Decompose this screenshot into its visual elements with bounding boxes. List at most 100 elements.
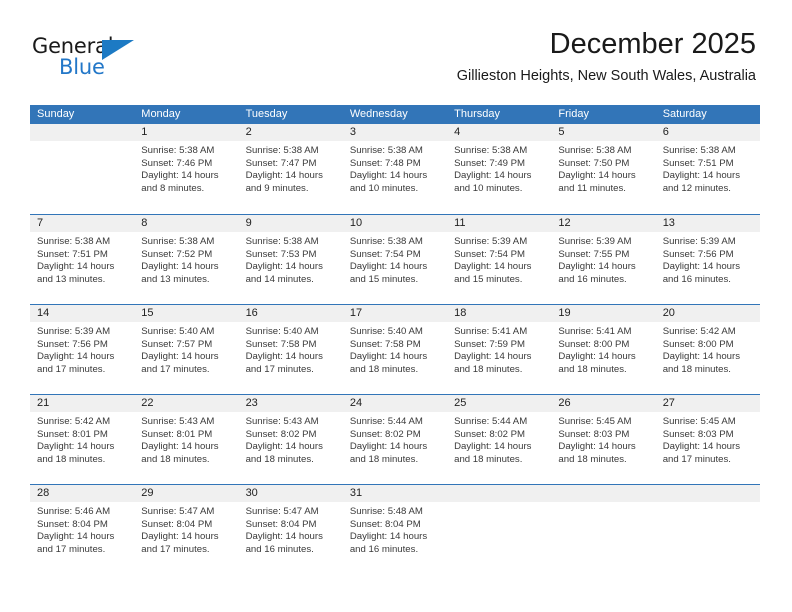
daylight-text: Daylight: 14 hours and 18 minutes. [141,441,219,465]
day-sun-info: Sunrise: 5:38 AM Sunset: 7:53 PM Daylight:… [239,232,343,286]
day-number: 22 [134,395,239,412]
calendar-day-cell[interactable]: 18 Sunrise: 5:41 AM Sunset: 7:59 PM Dayligh… [447,305,552,394]
location-subtitle: Gillieston Heights, New South Wales, Aus… [456,68,756,85]
day-number: 3 [342,124,448,141]
weekday-header-wednesday: Wednesday [349,108,408,120]
daylight-text: Daylight: 14 hours and 17 minutes. [141,351,219,375]
calendar-day-cell[interactable]: 31 Sunrise: 5:48 AM Sunset: 8:04 PM Dayligh… [342,485,448,574]
daylight-text: Daylight: 14 hours and 18 minutes. [558,351,636,375]
calendar-day-cell[interactable]: 14 Sunrise: 5:39 AM Sunset: 7:56 PM Dayligh… [30,305,135,394]
calendar-grid: Sunday Monday Tuesday Wednesday Thursday Frid… [30,105,760,574]
calendar-week-row: 1 Sunrise: 5:38 AM Sunset: 7:46 PM Daylight… [30,124,760,214]
sunset-text: Sunset: 7:58 PM [245,338,317,350]
calendar-week-row: 7 Sunrise: 5:38 AM Sunset: 7:51 PM Daylight… [30,214,760,304]
calendar-day-cell[interactable]: 21 Sunrise: 5:42 AM Sunset: 8:01 PM Dayligh… [30,395,135,484]
day-number: 7 [30,215,135,232]
calendar-day-cell[interactable]: 10 Sunrise: 5:38 AM Sunset: 7:54 PM Dayligh… [342,215,448,304]
calendar-day-cell[interactable]: 24 Sunrise: 5:44 AM Sunset: 8:02 PM Dayligh… [342,395,448,484]
day-number [30,124,135,141]
weekday-header-tuesday: Tuesday [245,108,288,120]
calendar-day-cell[interactable]: 19 Sunrise: 5:41 AM Sunset: 8:00 PM Dayligh… [551,305,656,394]
sunrise-text: Sunrise: 5:45 AM [662,416,736,427]
calendar-day-cell[interactable]: 26 Sunrise: 5:45 AM Sunset: 8:03 PM Dayligh… [551,395,656,484]
day-number: 27 [655,395,760,412]
calendar-week-row: 21 Sunrise: 5:42 AM Sunset: 8:01 PM Dayligh… [30,394,760,484]
day-sun-info: Sunrise: 5:41 AM Sunset: 7:59 PM Daylight:… [447,322,551,376]
daylight-text: Daylight: 14 hours and 18 minutes. [245,441,323,465]
calendar-day-cell[interactable]: 23 Sunrise: 5:43 AM Sunset: 8:02 PM Dayligh… [238,395,343,484]
calendar-day-cell[interactable]: 6 Sunrise: 5:38 AM Sunset: 7:51 PM Daylight… [655,124,760,214]
sunrise-text: Sunrise: 5:38 AM [662,145,736,156]
calendar-day-cell[interactable]: 15 Sunrise: 5:40 AM Sunset: 7:57 PM Dayligh… [134,305,239,394]
logo-text-blue: Blue [59,55,105,79]
calendar-day-cell[interactable]: 7 Sunrise: 5:38 AM Sunset: 7:51 PM Daylight… [30,215,135,304]
daylight-text: Daylight: 14 hours and 14 minutes. [245,261,323,285]
sunset-text: Sunset: 8:04 PM [37,518,108,530]
daylight-text: Daylight: 14 hours and 18 minutes. [349,351,428,375]
sunset-text: Sunset: 7:51 PM [37,248,108,260]
day-sun-info: Sunrise: 5:47 AM Sunset: 8:04 PM Daylight:… [134,502,238,556]
sunset-text: Sunset: 7:47 PM [245,157,317,169]
calendar-day-cell[interactable]: 5 Sunrise: 5:38 AM Sunset: 7:50 PM Daylight… [551,124,656,214]
calendar-day-cell[interactable]: 12 Sunrise: 5:39 AM Sunset: 7:55 PM Dayligh… [551,215,656,304]
day-number: 18 [447,305,552,322]
calendar-day-cell[interactable]: 11 Sunrise: 5:39 AM Sunset: 7:54 PM Dayligh… [447,215,552,304]
day-number: 16 [238,305,343,322]
daylight-text: Daylight: 14 hours and 17 minutes. [662,441,741,465]
sunset-text: Sunset: 7:51 PM [662,157,734,169]
sunset-text: Sunset: 7:56 PM [662,248,734,260]
day-number: 25 [447,395,552,412]
sunrise-text: Sunrise: 5:38 AM [349,236,423,247]
sunset-text: Sunset: 7:56 PM [37,338,108,350]
calendar-day-cell[interactable]: 16 Sunrise: 5:40 AM Sunset: 7:58 PM Dayligh… [238,305,343,394]
sunrise-text: Sunrise: 5:40 AM [141,326,215,337]
day-sun-info: Sunrise: 5:38 AM Sunset: 7:49 PM Daylight:… [447,141,551,195]
daylight-text: Daylight: 14 hours and 18 minutes. [454,441,532,465]
sunset-text: Sunset: 8:00 PM [662,338,734,350]
calendar-day-cell[interactable]: 4 Sunrise: 5:38 AM Sunset: 7:49 PM Daylight… [447,124,552,214]
day-number [447,485,552,502]
daylight-text: Daylight: 14 hours and 9 minutes. [245,170,323,194]
day-sun-info: Sunrise: 5:40 AM Sunset: 7:57 PM Daylight:… [134,322,238,376]
day-sun-info: Sunrise: 5:38 AM Sunset: 7:52 PM Daylight:… [134,232,238,286]
sunset-text: Sunset: 8:04 PM [349,518,421,530]
calendar-day-cell[interactable]: 27 Sunrise: 5:45 AM Sunset: 8:03 PM Dayligh… [655,395,760,484]
calendar-day-cell[interactable]: 9 Sunrise: 5:38 AM Sunset: 7:53 PM Daylight… [238,215,343,304]
calendar-day-cell[interactable]: 13 Sunrise: 5:39 AM Sunset: 7:56 PM Dayligh… [655,215,760,304]
sunrise-text: Sunrise: 5:38 AM [245,236,319,247]
day-sun-info: Sunrise: 5:40 AM Sunset: 7:58 PM Daylight:… [343,322,447,376]
calendar-day-cell[interactable]: 17 Sunrise: 5:40 AM Sunset: 7:58 PM Dayligh… [342,305,448,394]
page-header: General Blue December 2025 Gillieston He… [0,0,792,84]
calendar-day-cell[interactable]: 28 Sunrise: 5:46 AM Sunset: 8:04 PM Dayligh… [30,485,135,574]
day-number: 28 [30,485,135,502]
calendar-day-cell[interactable]: 22 Sunrise: 5:43 AM Sunset: 8:01 PM Dayligh… [134,395,239,484]
sunset-text: Sunset: 8:02 PM [349,428,421,440]
day-sun-info: Sunrise: 5:42 AM Sunset: 8:00 PM Daylight:… [656,322,760,376]
day-number [655,485,760,502]
sunrise-text: Sunrise: 5:43 AM [245,416,319,427]
calendar-day-cell[interactable]: 1 Sunrise: 5:38 AM Sunset: 7:46 PM Daylight… [134,124,239,214]
sunrise-text: Sunrise: 5:38 AM [37,236,111,247]
calendar-day-cell[interactable]: 20 Sunrise: 5:42 AM Sunset: 8:00 PM Dayligh… [655,305,760,394]
daylight-text: Daylight: 14 hours and 18 minutes. [558,441,636,465]
calendar-day-cell[interactable]: 29 Sunrise: 5:47 AM Sunset: 8:04 PM Dayligh… [134,485,239,574]
calendar-day-cell[interactable]: 30 Sunrise: 5:47 AM Sunset: 8:04 PM Dayligh… [238,485,343,574]
daylight-text: Daylight: 14 hours and 18 minutes. [454,351,532,375]
day-sun-info: Sunrise: 5:38 AM Sunset: 7:50 PM Daylight:… [551,141,655,195]
calendar-day-cell[interactable]: 2 Sunrise: 5:38 AM Sunset: 7:47 PM Daylight… [238,124,343,214]
calendar-day-cell[interactable]: 8 Sunrise: 5:38 AM Sunset: 7:52 PM Daylight… [134,215,239,304]
sunset-text: Sunset: 7:46 PM [141,157,213,169]
daylight-text: Daylight: 14 hours and 10 minutes. [454,170,532,194]
day-number: 1 [134,124,239,141]
weekday-header-sunday: Sunday [37,108,75,120]
sunset-text: Sunset: 7:52 PM [141,248,213,260]
sunrise-text: Sunrise: 5:39 AM [558,236,632,247]
sunset-text: Sunset: 8:00 PM [558,338,630,350]
day-sun-info: Sunrise: 5:40 AM Sunset: 7:58 PM Daylight:… [239,322,343,376]
calendar-day-cell[interactable]: 3 Sunrise: 5:38 AM Sunset: 7:48 PM Daylight… [342,124,448,214]
calendar-day-cell[interactable]: 25 Sunrise: 5:44 AM Sunset: 8:02 PM Dayligh… [447,395,552,484]
sunset-text: Sunset: 8:03 PM [662,428,734,440]
sunrise-text: Sunrise: 5:44 AM [454,416,528,427]
sunset-text: Sunset: 7:50 PM [558,157,630,169]
daylight-text: Daylight: 14 hours and 16 minutes. [245,531,323,555]
